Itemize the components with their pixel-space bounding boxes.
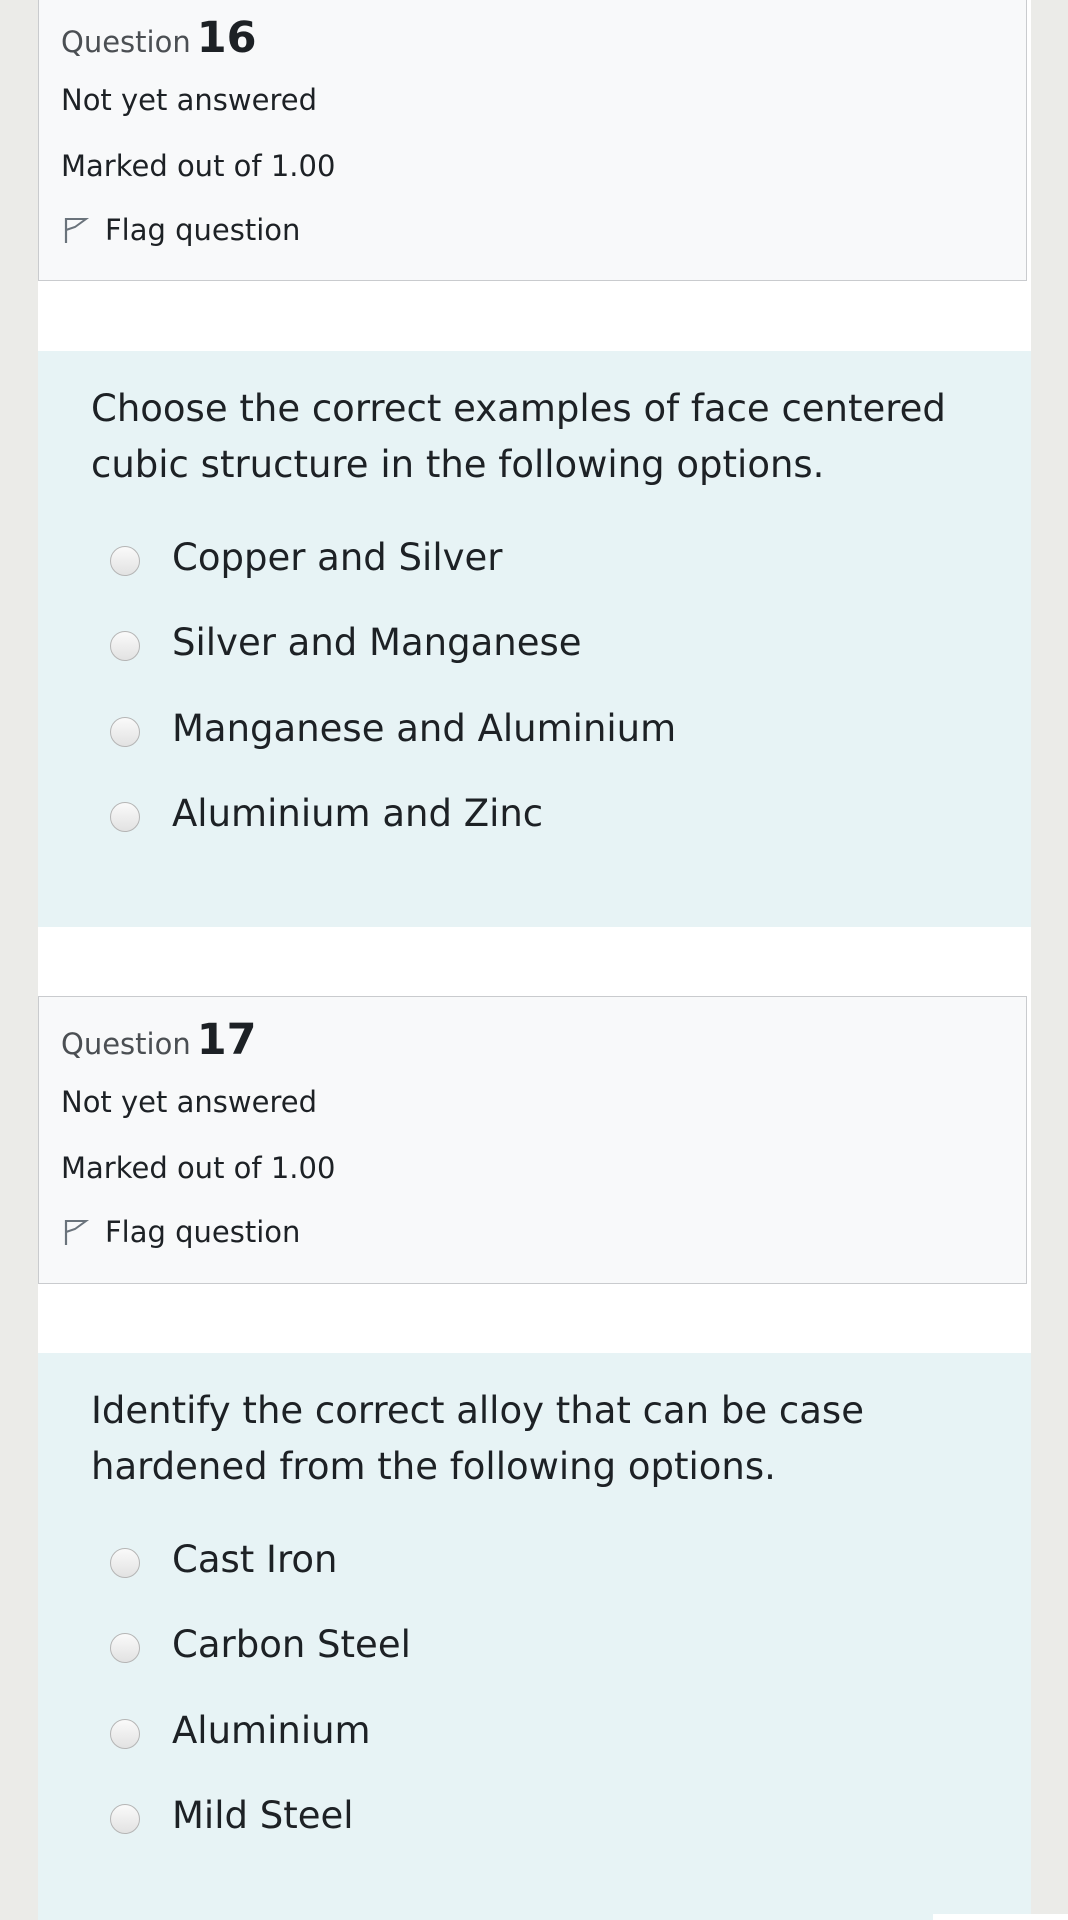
question-label: Question: [61, 1027, 191, 1061]
quiz-page: Question 16 Not yet answered Marked out o…: [38, 0, 1031, 1920]
answer-option[interactable]: Carbon Steel: [110, 1619, 411, 1669]
answer-option[interactable]: Copper and Silver: [110, 532, 502, 582]
question-number: Question 16: [61, 13, 257, 63]
question-state: Not yet answered: [61, 83, 317, 117]
answer-label[interactable]: Aluminium and Zinc: [172, 792, 543, 835]
question-grade: Marked out of 1.00: [61, 1151, 336, 1185]
question-state: Not yet answered: [61, 1085, 317, 1119]
radio-button[interactable]: [110, 631, 140, 661]
flag-question-label: Flag question: [105, 1215, 301, 1249]
radio-button[interactable]: [110, 717, 140, 747]
radio-button[interactable]: [110, 1548, 140, 1578]
question-info-16: Question 16 Not yet answered Marked out o…: [38, 0, 1027, 281]
answer-label[interactable]: Aluminium: [172, 1709, 371, 1752]
question-number-value: 16: [196, 13, 257, 63]
question-content-17: Identify the correct alloy that can be c…: [38, 1353, 1031, 1920]
question-info-17: Question 17 Not yet answered Marked out o…: [38, 996, 1027, 1284]
answer-label[interactable]: Copper and Silver: [172, 536, 502, 579]
question-grade: Marked out of 1.00: [61, 149, 336, 183]
flag-icon: [64, 218, 90, 243]
question-content-16: Choose the correct examples of face cent…: [38, 351, 1031, 927]
question-text: Identify the correct alloy that can be c…: [91, 1389, 864, 1488]
flag-question-label: Flag question: [105, 213, 301, 247]
bottom-strip: [933, 1914, 1068, 1920]
radio-button[interactable]: [110, 546, 140, 576]
radio-button[interactable]: [110, 1719, 140, 1749]
answer-option[interactable]: Aluminium: [110, 1705, 371, 1755]
radio-button[interactable]: [110, 1804, 140, 1834]
question-number: Question 17: [61, 1015, 257, 1065]
radio-button[interactable]: [110, 1633, 140, 1663]
question-label: Question: [61, 25, 191, 59]
answer-option[interactable]: Mild Steel: [110, 1790, 354, 1840]
answer-option[interactable]: Silver and Manganese: [110, 617, 582, 667]
answer-option[interactable]: Aluminium and Zinc: [110, 788, 543, 838]
answer-option[interactable]: Cast Iron: [110, 1534, 337, 1584]
flag-question-link[interactable]: Flag question: [61, 213, 300, 247]
question-text: Choose the correct examples of face cent…: [91, 387, 946, 486]
answer-label[interactable]: Carbon Steel: [172, 1623, 411, 1666]
flag-icon: [64, 1220, 90, 1245]
answer-label[interactable]: Mild Steel: [172, 1794, 354, 1837]
answer-label[interactable]: Manganese and Aluminium: [172, 707, 676, 750]
radio-button[interactable]: [110, 802, 140, 832]
answer-option[interactable]: Manganese and Aluminium: [110, 703, 676, 753]
answer-label[interactable]: Cast Iron: [172, 1538, 337, 1581]
question-number-value: 17: [196, 1015, 257, 1065]
flag-question-link[interactable]: Flag question: [61, 1215, 300, 1249]
answer-label[interactable]: Silver and Manganese: [172, 621, 582, 664]
